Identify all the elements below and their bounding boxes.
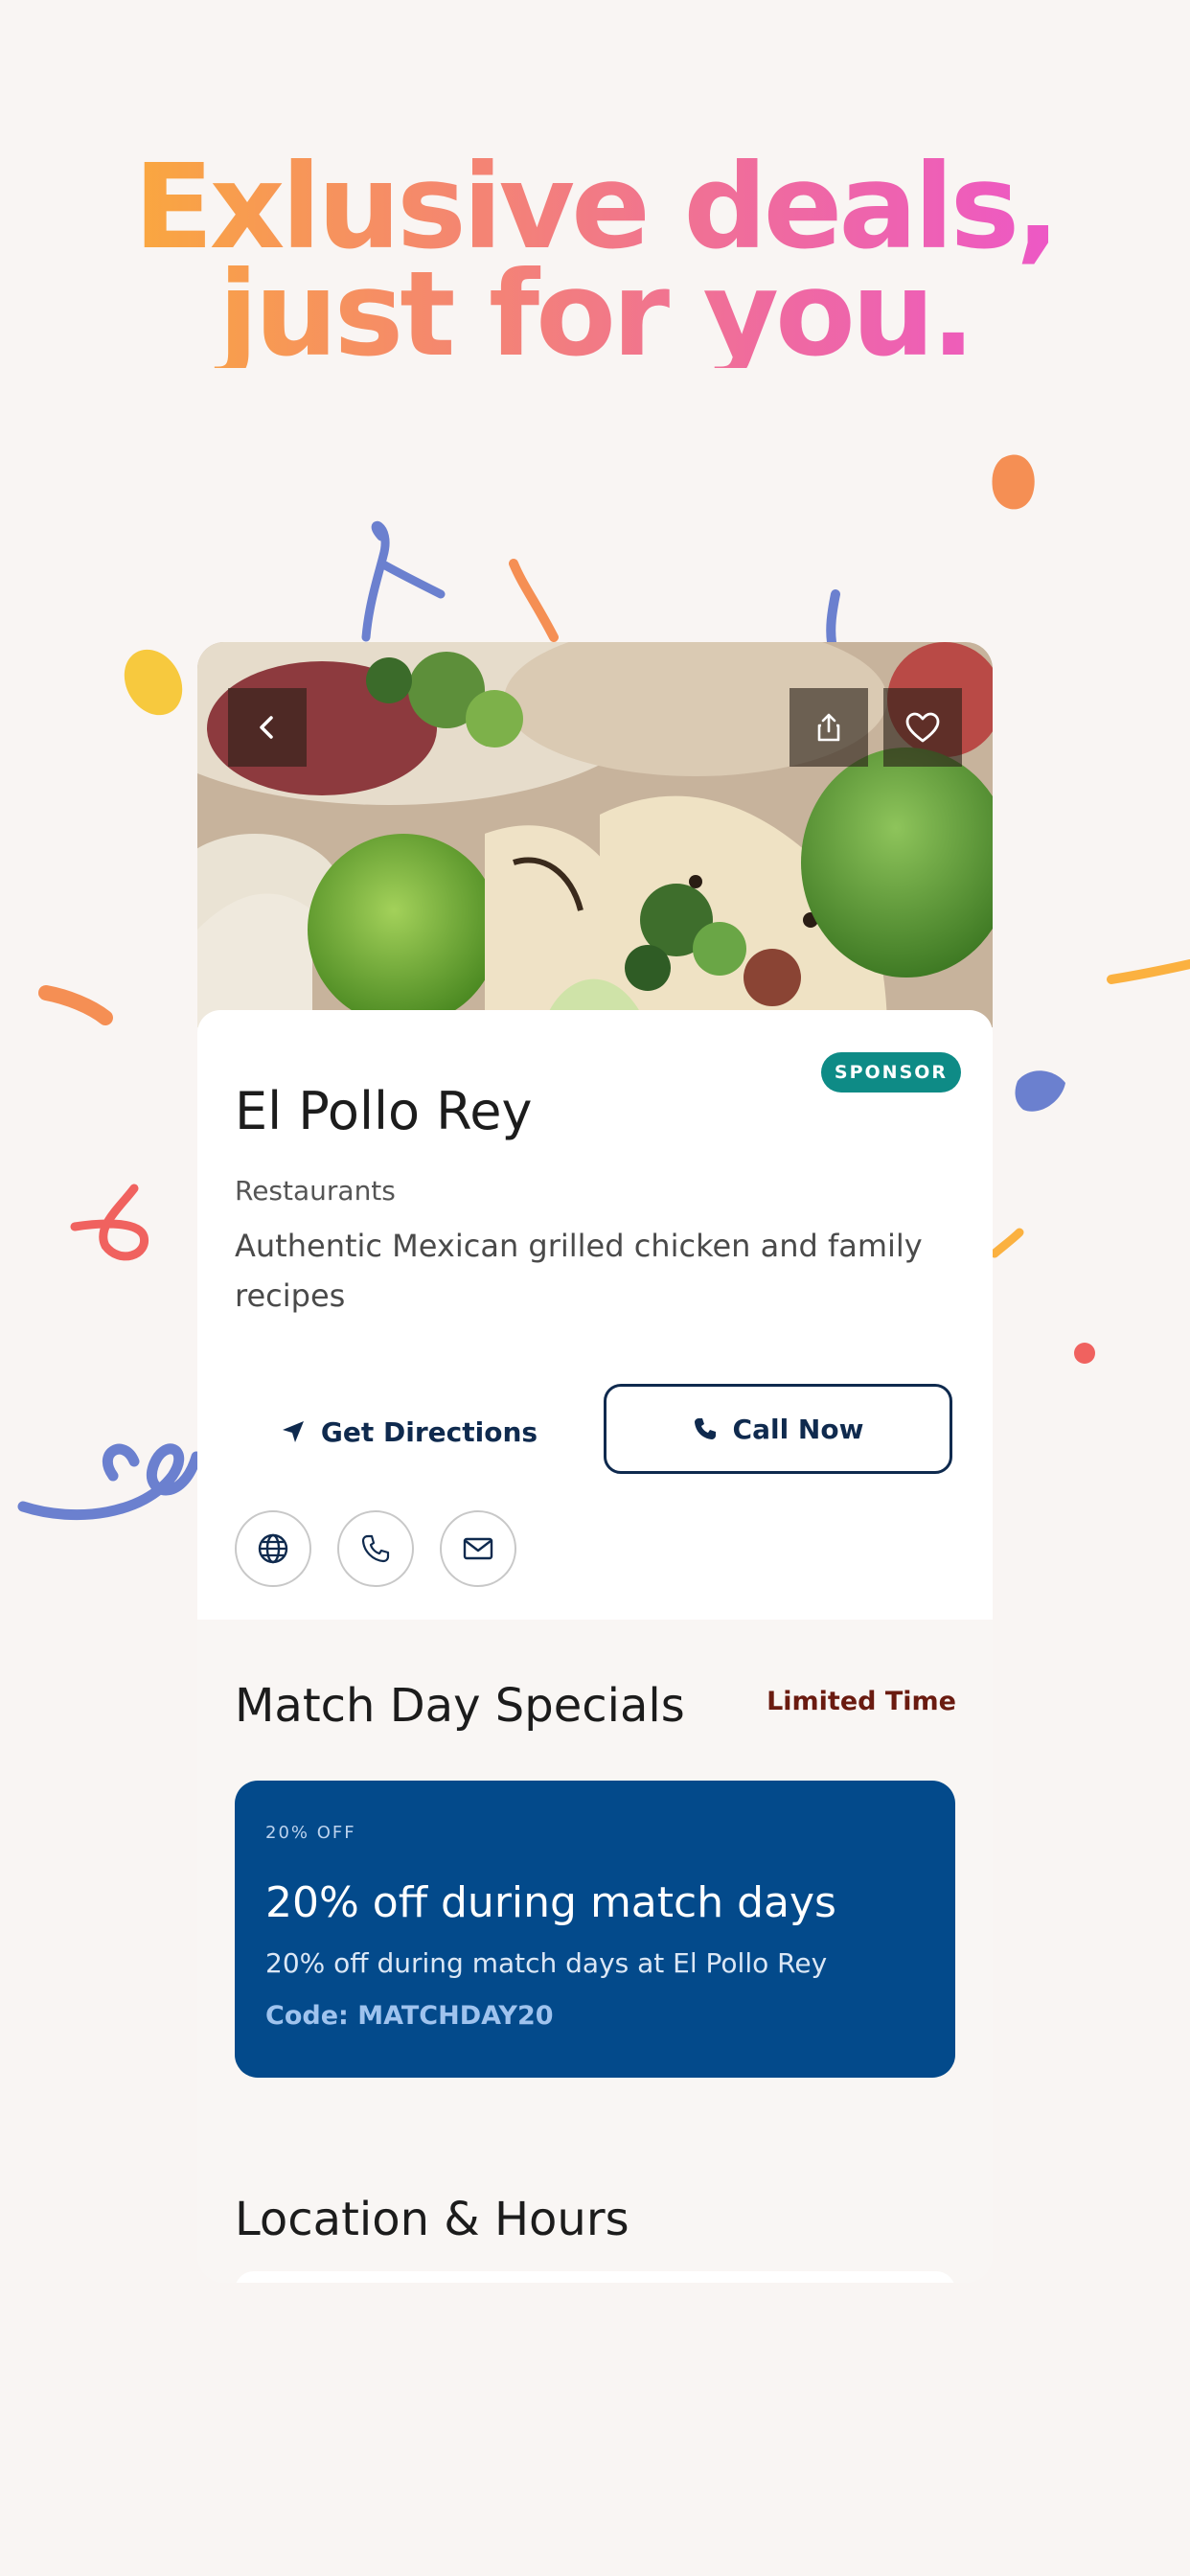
confetti-squiggle — [826, 589, 840, 647]
website-button[interactable] — [235, 1510, 311, 1587]
mail-icon — [463, 1537, 493, 1560]
phone-quick-button[interactable] — [337, 1510, 414, 1587]
deal-code: Code: MATCHDAY20 — [265, 2001, 554, 2031]
share-button[interactable] — [790, 688, 868, 767]
specials-section-title: Match Day Specials — [235, 1679, 685, 1733]
deal-card[interactable]: 20% OFF 20% off during match days 20% of… — [235, 1781, 955, 2078]
deal-subtitle: 20% off during match days at El Pollo Re… — [265, 1947, 828, 1979]
email-button[interactable] — [440, 1510, 516, 1587]
confetti-squiggle — [361, 520, 446, 642]
sponsor-badge: SPONSOR — [821, 1052, 961, 1092]
heart-icon — [905, 712, 940, 743]
confetti-blob — [1015, 1070, 1065, 1112]
location-section-title: Location & Hours — [235, 2193, 629, 2246]
phone-icon — [361, 1534, 390, 1563]
limited-time-tag: Limited Time — [767, 1687, 956, 1716]
call-now-button[interactable]: Call Now — [604, 1384, 952, 1474]
location-card[interactable] — [235, 2271, 955, 2283]
confetti-squiggle — [1107, 959, 1190, 984]
deal-title: 20% off during match days — [265, 1878, 836, 1927]
favorite-button[interactable] — [883, 688, 962, 767]
confetti-blob — [992, 454, 1035, 510]
confetti-squiggle — [509, 559, 559, 642]
confetti-dot — [1074, 1343, 1095, 1364]
confetti-squiggle — [102, 1443, 140, 1482]
confetti-squiggle — [70, 1184, 149, 1261]
call-now-label: Call Now — [732, 1413, 864, 1445]
confetti-blob — [124, 649, 183, 716]
business-name: El Pollo Rey — [235, 1081, 533, 1141]
share-icon — [817, 713, 840, 742]
navigation-arrow-icon — [282, 1421, 304, 1442]
business-description: Authentic Mexican grilled chicken and fa… — [235, 1228, 923, 1314]
get-directions-button[interactable]: Get Directions — [235, 1386, 584, 1478]
hero-food-image — [197, 642, 993, 1027]
globe-icon — [258, 1533, 288, 1564]
get-directions-label: Get Directions — [320, 1415, 538, 1448]
confetti-squiggle — [990, 1228, 1024, 1258]
chevron-left-icon — [260, 716, 273, 739]
back-button[interactable] — [228, 688, 307, 767]
business-detail-card: SPONSOR El Pollo Rey Restaurants Authent… — [197, 642, 993, 2283]
confetti-squiggle — [38, 985, 113, 1025]
phone-icon — [694, 1418, 716, 1439]
business-info-panel: SPONSOR El Pollo Rey Restaurants Authent… — [197, 1010, 993, 1620]
deal-eyebrow: 20% OFF — [265, 1823, 356, 1843]
business-category: Restaurants — [235, 1175, 396, 1207]
